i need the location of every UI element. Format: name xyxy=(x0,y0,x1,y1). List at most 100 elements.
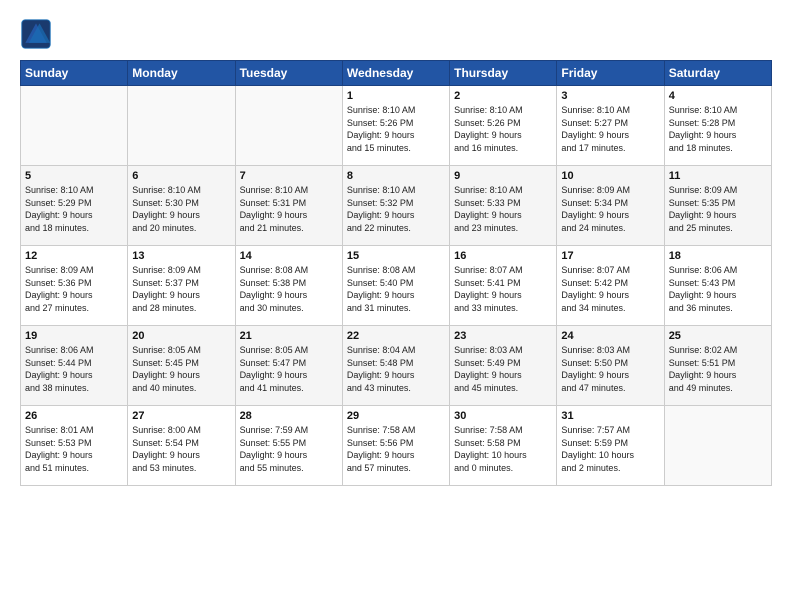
day-number: 23 xyxy=(454,330,552,342)
calendar-cell xyxy=(21,86,128,166)
weekday-header-monday: Monday xyxy=(128,61,235,86)
day-content: Sunrise: 8:09 AM Sunset: 5:36 PM Dayligh… xyxy=(25,264,123,314)
calendar-cell xyxy=(128,86,235,166)
day-content: Sunrise: 7:58 AM Sunset: 5:56 PM Dayligh… xyxy=(347,424,445,474)
day-content: Sunrise: 8:01 AM Sunset: 5:53 PM Dayligh… xyxy=(25,424,123,474)
day-number: 12 xyxy=(25,250,123,262)
day-content: Sunrise: 8:08 AM Sunset: 5:38 PM Dayligh… xyxy=(240,264,338,314)
day-content: Sunrise: 8:02 AM Sunset: 5:51 PM Dayligh… xyxy=(669,344,767,394)
calendar-cell: 9 Sunrise: 8:10 AM Sunset: 5:33 PM Daylig… xyxy=(450,166,557,246)
weekday-header-sunday: Sunday xyxy=(21,61,128,86)
day-number: 7 xyxy=(240,170,338,182)
day-number: 30 xyxy=(454,410,552,422)
day-number: 8 xyxy=(347,170,445,182)
calendar-cell: 24 Sunrise: 8:03 AM Sunset: 5:50 PM Dayli… xyxy=(557,326,664,406)
day-number: 31 xyxy=(561,410,659,422)
calendar-cell: 4 Sunrise: 8:10 AM Sunset: 5:28 PM Daylig… xyxy=(664,86,771,166)
day-content: Sunrise: 8:10 AM Sunset: 5:29 PM Dayligh… xyxy=(25,184,123,234)
day-content: Sunrise: 8:06 AM Sunset: 5:44 PM Dayligh… xyxy=(25,344,123,394)
calendar-cell: 18Sunrise: 8:06 AM Sunset: 5:43 PM Dayli… xyxy=(664,246,771,326)
weekday-header-wednesday: Wednesday xyxy=(342,61,449,86)
day-content: Sunrise: 8:07 AM Sunset: 5:42 PM Dayligh… xyxy=(561,264,659,314)
day-content: Sunrise: 8:09 AM Sunset: 5:37 PM Dayligh… xyxy=(132,264,230,314)
weekday-header-saturday: Saturday xyxy=(664,61,771,86)
calendar-cell: 2Sunrise: 8:10 AM Sunset: 5:26 PM Daylig… xyxy=(450,86,557,166)
weekday-header-friday: Friday xyxy=(557,61,664,86)
day-content: Sunrise: 7:59 AM Sunset: 5:55 PM Dayligh… xyxy=(240,424,338,474)
calendar-cell: 28 Sunrise: 7:59 AM Sunset: 5:55 PM Dayli… xyxy=(235,406,342,486)
calendar-cell: 17 Sunrise: 8:07 AM Sunset: 5:42 PM Dayli… xyxy=(557,246,664,326)
week-row-2: 5 Sunrise: 8:10 AM Sunset: 5:29 PM Daylig… xyxy=(21,166,772,246)
calendar-cell: 21Sunrise: 8:05 AM Sunset: 5:47 PM Dayli… xyxy=(235,326,342,406)
calendar-cell xyxy=(235,86,342,166)
calendar-cell: 12 Sunrise: 8:09 AM Sunset: 5:36 PM Dayli… xyxy=(21,246,128,326)
week-row-3: 12 Sunrise: 8:09 AM Sunset: 5:36 PM Dayli… xyxy=(21,246,772,326)
day-content: Sunrise: 8:03 AM Sunset: 5:50 PM Dayligh… xyxy=(561,344,659,394)
day-number: 6 xyxy=(132,170,230,182)
calendar-cell: 1 Sunrise: 8:10 AM Sunset: 5:26 PM Daylig… xyxy=(342,86,449,166)
week-row-1: 1 Sunrise: 8:10 AM Sunset: 5:26 PM Daylig… xyxy=(21,86,772,166)
day-number: 5 xyxy=(25,170,123,182)
day-content: Sunrise: 8:05 AM Sunset: 5:45 PM Dayligh… xyxy=(132,344,230,394)
day-number: 13 xyxy=(132,250,230,262)
day-number: 18 xyxy=(669,250,767,262)
calendar-cell: 29 Sunrise: 7:58 AM Sunset: 5:56 PM Dayli… xyxy=(342,406,449,486)
day-number: 25 xyxy=(669,330,767,342)
day-number: 16 xyxy=(454,250,552,262)
calendar-cell: 5 Sunrise: 8:10 AM Sunset: 5:29 PM Daylig… xyxy=(21,166,128,246)
day-number: 26 xyxy=(25,410,123,422)
calendar-cell: 15 Sunrise: 8:08 AM Sunset: 5:40 PM Dayli… xyxy=(342,246,449,326)
calendar-cell: 22 Sunrise: 8:04 AM Sunset: 5:48 PM Dayli… xyxy=(342,326,449,406)
calendar-cell: 30 Sunrise: 7:58 AM Sunset: 5:58 PM Dayli… xyxy=(450,406,557,486)
calendar-cell: 20 Sunrise: 8:05 AM Sunset: 5:45 PM Dayli… xyxy=(128,326,235,406)
day-number: 27 xyxy=(132,410,230,422)
day-number: 20 xyxy=(132,330,230,342)
day-content: Sunrise: 8:10 AM Sunset: 5:26 PM Dayligh… xyxy=(454,104,552,154)
day-number: 14 xyxy=(240,250,338,262)
page: SundayMondayTuesdayWednesdayThursdayFrid… xyxy=(0,0,792,504)
weekday-header-row: SundayMondayTuesdayWednesdayThursdayFrid… xyxy=(21,61,772,86)
calendar-cell: 25 Sunrise: 8:02 AM Sunset: 5:51 PM Dayli… xyxy=(664,326,771,406)
day-content: Sunrise: 8:10 AM Sunset: 5:26 PM Dayligh… xyxy=(347,104,445,154)
calendar-table: SundayMondayTuesdayWednesdayThursdayFrid… xyxy=(20,60,772,486)
day-content: Sunrise: 8:08 AM Sunset: 5:40 PM Dayligh… xyxy=(347,264,445,314)
day-content: Sunrise: 8:05 AM Sunset: 5:47 PM Dayligh… xyxy=(240,344,338,394)
calendar-cell: 7Sunrise: 8:10 AM Sunset: 5:31 PM Daylig… xyxy=(235,166,342,246)
day-number: 22 xyxy=(347,330,445,342)
calendar-cell: 3Sunrise: 8:10 AM Sunset: 5:27 PM Daylig… xyxy=(557,86,664,166)
day-number: 29 xyxy=(347,410,445,422)
calendar-cell: 26 Sunrise: 8:01 AM Sunset: 5:53 PM Dayli… xyxy=(21,406,128,486)
day-number: 24 xyxy=(561,330,659,342)
day-content: Sunrise: 8:07 AM Sunset: 5:41 PM Dayligh… xyxy=(454,264,552,314)
day-content: Sunrise: 8:09 AM Sunset: 5:34 PM Dayligh… xyxy=(561,184,659,234)
calendar-cell: 13 Sunrise: 8:09 AM Sunset: 5:37 PM Dayli… xyxy=(128,246,235,326)
day-content: Sunrise: 8:10 AM Sunset: 5:32 PM Dayligh… xyxy=(347,184,445,234)
day-number: 15 xyxy=(347,250,445,262)
day-number: 11 xyxy=(669,170,767,182)
logo xyxy=(20,18,56,50)
day-content: Sunrise: 8:10 AM Sunset: 5:33 PM Dayligh… xyxy=(454,184,552,234)
calendar-cell: 10 Sunrise: 8:09 AM Sunset: 5:34 PM Dayli… xyxy=(557,166,664,246)
day-number: 10 xyxy=(561,170,659,182)
day-content: Sunrise: 8:04 AM Sunset: 5:48 PM Dayligh… xyxy=(347,344,445,394)
day-content: Sunrise: 8:03 AM Sunset: 5:49 PM Dayligh… xyxy=(454,344,552,394)
day-number: 28 xyxy=(240,410,338,422)
calendar-cell: 27 Sunrise: 8:00 AM Sunset: 5:54 PM Dayli… xyxy=(128,406,235,486)
day-number: 9 xyxy=(454,170,552,182)
calendar-cell xyxy=(664,406,771,486)
day-content: Sunrise: 8:10 AM Sunset: 5:27 PM Dayligh… xyxy=(561,104,659,154)
day-number: 4 xyxy=(669,90,767,102)
week-row-5: 26 Sunrise: 8:01 AM Sunset: 5:53 PM Dayli… xyxy=(21,406,772,486)
calendar-cell: 31 Sunrise: 7:57 AM Sunset: 5:59 PM Dayli… xyxy=(557,406,664,486)
day-number: 17 xyxy=(561,250,659,262)
day-content: Sunrise: 7:58 AM Sunset: 5:58 PM Dayligh… xyxy=(454,424,552,474)
day-content: Sunrise: 7:57 AM Sunset: 5:59 PM Dayligh… xyxy=(561,424,659,474)
day-number: 1 xyxy=(347,90,445,102)
weekday-header-thursday: Thursday xyxy=(450,61,557,86)
calendar-cell: 23 Sunrise: 8:03 AM Sunset: 5:49 PM Dayli… xyxy=(450,326,557,406)
day-content: Sunrise: 8:00 AM Sunset: 5:54 PM Dayligh… xyxy=(132,424,230,474)
day-content: Sunrise: 8:09 AM Sunset: 5:35 PM Dayligh… xyxy=(669,184,767,234)
calendar-cell: 14 Sunrise: 8:08 AM Sunset: 5:38 PM Dayli… xyxy=(235,246,342,326)
calendar-cell: 19Sunrise: 8:06 AM Sunset: 5:44 PM Dayli… xyxy=(21,326,128,406)
day-content: Sunrise: 8:10 AM Sunset: 5:28 PM Dayligh… xyxy=(669,104,767,154)
